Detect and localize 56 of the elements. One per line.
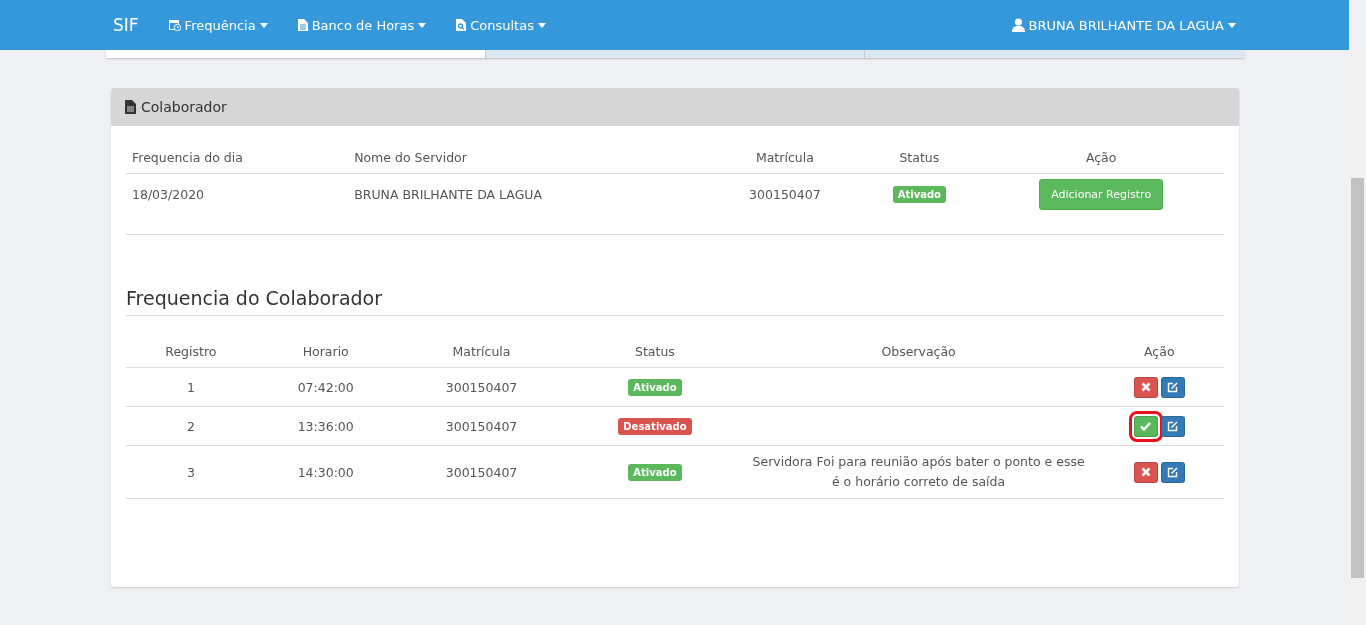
user-menu[interactable]: BRUNA BRILHANTE DA LAGUA (1011, 17, 1236, 33)
table-cell: 14:30:00 (255, 445, 396, 499)
status-badge: Ativado (628, 378, 682, 396)
column-header: Frequencia do dia (126, 140, 349, 174)
calendar-clock-icon (168, 19, 181, 31)
table-cell: BRUNA BRILHANTE DA LAGUA (348, 173, 710, 214)
nav-menu[interactable]: Consultas (456, 17, 546, 33)
column-header: Ação (1094, 334, 1224, 368)
edit-button[interactable] (1160, 415, 1185, 437)
caret-icon (1228, 22, 1236, 28)
table-cell: 3 (126, 445, 256, 499)
edit-icon (1167, 381, 1179, 393)
checkmark-icon (1140, 421, 1152, 431)
column-header: Status (567, 334, 743, 368)
table-cell: 18/03/2020 (126, 173, 349, 214)
user-icon (1011, 18, 1025, 32)
table-cell: 300150407 (709, 173, 861, 214)
document-icon (297, 19, 308, 31)
edit-button[interactable] (1160, 461, 1185, 483)
panel-title: Colaborador (141, 99, 227, 115)
nav-menu[interactable]: Frequência (168, 17, 268, 33)
document-search-icon (456, 19, 467, 31)
status-badge: Desativado (618, 417, 692, 435)
table-cell: 07:42:00 (255, 367, 396, 407)
column-header: Registro (126, 334, 256, 368)
close-icon (1140, 467, 1151, 477)
column-header: Horario (255, 334, 396, 368)
document-icon (125, 100, 136, 114)
section-title: Frequencia do Colaborador (126, 287, 1224, 316)
delete-button[interactable] (1133, 376, 1158, 398)
table-cell: 300150407 (395, 406, 568, 446)
edit-icon (1167, 466, 1179, 478)
table-cell: 300150407 (395, 367, 568, 407)
table-cell-text: Servidora Foi para reunião após bater o ponto e esse é o horário correto de saída (751, 453, 1086, 491)
caret-icon (259, 22, 268, 28)
edit-icon (1167, 420, 1179, 432)
column-header: Matrícula (395, 334, 568, 368)
column-header: Observação (742, 334, 1095, 368)
table-cell: 13:36:00 (255, 406, 396, 446)
column-header: Matrícula (709, 140, 861, 174)
delete-button[interactable] (1133, 461, 1158, 483)
table-cell: 300150407 (395, 445, 568, 499)
column-header: Ação (978, 140, 1224, 174)
column-header: Nome do Servidor (348, 140, 710, 174)
table-cell: 2 (126, 406, 256, 446)
brand-link[interactable]: SIF (113, 15, 139, 35)
close-icon (1140, 382, 1151, 392)
add-record-button[interactable]: Adicionar Registro (1039, 178, 1164, 210)
table-cell: 1 (126, 367, 256, 407)
caret-icon (537, 22, 546, 28)
status-badge: Ativado (892, 185, 946, 203)
nav-menu[interactable]: Banco de Horas (297, 17, 427, 33)
edit-button[interactable] (1160, 376, 1185, 398)
status-badge: Ativado (628, 463, 682, 481)
column-header: Status (860, 140, 979, 174)
caret-icon (418, 22, 427, 28)
